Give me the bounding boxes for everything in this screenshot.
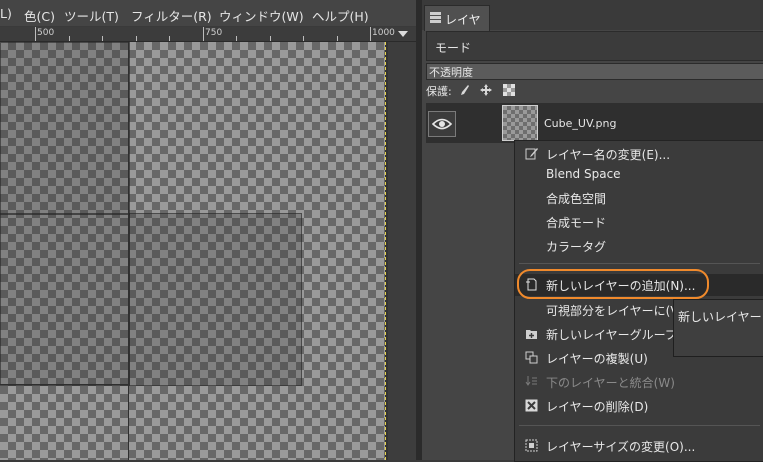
layer-size-icon xyxy=(525,439,538,452)
layer-row[interactable]: Cube_UV.png xyxy=(426,103,763,143)
ruler-tick xyxy=(69,36,70,41)
canvas-padding xyxy=(388,42,416,460)
menu-windows[interactable]: ウィンドウ(W) xyxy=(219,6,304,25)
layers-icon xyxy=(430,12,441,23)
guide-line xyxy=(128,42,129,460)
menu-colors[interactable]: 色(C) xyxy=(24,6,55,25)
layer-name[interactable]: Cube_UV.png xyxy=(544,117,617,130)
menu-item-label: レイヤーサイズの変更(O)... xyxy=(546,440,696,454)
ruler-tick xyxy=(35,27,36,41)
menu-item-label: レイヤーの複製(U) xyxy=(546,352,648,366)
menu-filters[interactable]: フィルター(R) xyxy=(131,6,212,25)
menu-tools[interactable]: ツール(T) xyxy=(64,6,119,25)
ruler-tick xyxy=(337,36,338,41)
layer-thumbnail[interactable] xyxy=(502,105,538,141)
ruler-menu-arrow-icon[interactable] xyxy=(398,31,408,37)
canvas-boundary xyxy=(385,42,386,460)
menu-help[interactable]: ヘルプ(H) xyxy=(312,6,369,25)
menu-item-label: 可視部分をレイヤーに(V) xyxy=(546,304,684,318)
merge-down-icon xyxy=(525,375,538,388)
opacity-slider[interactable]: 不透明度 xyxy=(426,63,763,80)
menu-separator xyxy=(519,425,760,426)
image-canvas[interactable] xyxy=(0,42,416,460)
highlight-ring-annotation xyxy=(517,269,709,299)
mode-label: モード xyxy=(435,41,472,55)
menu-item-delete-layer[interactable]: レイヤーの削除(D) xyxy=(515,395,763,417)
menubar: L) 色(C) ツール(T) フィルター(R) ウィンドウ(W) ヘルプ(H) xyxy=(0,0,416,26)
ruler-label-500: 500 xyxy=(37,28,55,38)
visibility-toggle[interactable] xyxy=(428,111,456,137)
delete-layer-icon xyxy=(525,399,538,412)
menu-item-blend-space[interactable]: Blend Space xyxy=(515,164,763,186)
ruler-tick xyxy=(270,36,271,41)
menu-item-color-tag[interactable]: カラータグ xyxy=(515,235,763,257)
eye-icon xyxy=(431,118,453,130)
ruler-tick xyxy=(303,36,304,41)
mode-dropdown[interactable]: モード xyxy=(426,31,763,61)
menu-item-composite-mode[interactable]: 合成モード xyxy=(515,211,763,233)
tab-layers[interactable]: レイヤー xyxy=(424,5,490,44)
lock-pixels-brush-icon[interactable] xyxy=(458,84,470,96)
protect-label: 保護: xyxy=(426,85,452,98)
lock-alpha-checker-icon[interactable] xyxy=(503,84,515,96)
menu-item-label: レイヤー名の変更(E)... xyxy=(546,148,671,162)
ruler-tick xyxy=(102,36,103,41)
edit-icon xyxy=(525,147,538,160)
ruler-tick xyxy=(169,36,170,41)
ruler-label-1000: 1000 xyxy=(372,28,395,38)
menu-item-label: カラータグ xyxy=(546,240,607,254)
menu-item-label: 下のレイヤーと統合(W) xyxy=(546,376,675,390)
uv-region xyxy=(129,213,302,386)
menu-item-label: Blend Space xyxy=(546,167,621,181)
menu-item-label: 合成モード xyxy=(546,216,607,230)
tooltip-text: 新しいレイヤー xyxy=(678,310,762,324)
menu-item-merge-down: 下のレイヤーと統合(W) xyxy=(515,371,763,393)
ruler-label-750: 750 xyxy=(205,28,223,38)
menu-item-rename-layer[interactable]: レイヤー名の変更(E)... xyxy=(515,143,763,165)
ruler-tick xyxy=(203,27,204,41)
ruler-tick xyxy=(136,36,137,41)
ruler-tick xyxy=(370,27,371,41)
menu-separator xyxy=(519,263,760,264)
dock-tabbar: レイヤー xyxy=(422,0,763,44)
menu-item-label: レイヤーの削除(D) xyxy=(546,400,649,414)
ruler-tick xyxy=(236,36,237,41)
tooltip: 新しいレイヤー xyxy=(673,299,763,357)
menu-item-label: 合成色空間 xyxy=(546,192,607,206)
horizontal-ruler[interactable]: 500 750 1000 xyxy=(0,27,416,42)
duplicate-layer-icon xyxy=(525,351,538,364)
opacity-label: 不透明度 xyxy=(429,66,473,79)
menu-item-composite-space[interactable]: 合成色空間 xyxy=(515,187,763,209)
lock-position-move-icon[interactable] xyxy=(480,84,492,96)
new-layer-group-icon xyxy=(525,327,538,340)
menu-item-label: 新しいレイヤーグループ xyxy=(546,328,677,342)
menu-item-layer-boundary-size[interactable]: レイヤーサイズの変更(O)... xyxy=(515,435,763,457)
guide-line xyxy=(0,384,128,385)
uv-region xyxy=(0,213,130,386)
uv-region xyxy=(0,42,130,215)
menu-layer[interactable]: L) xyxy=(0,6,12,21)
